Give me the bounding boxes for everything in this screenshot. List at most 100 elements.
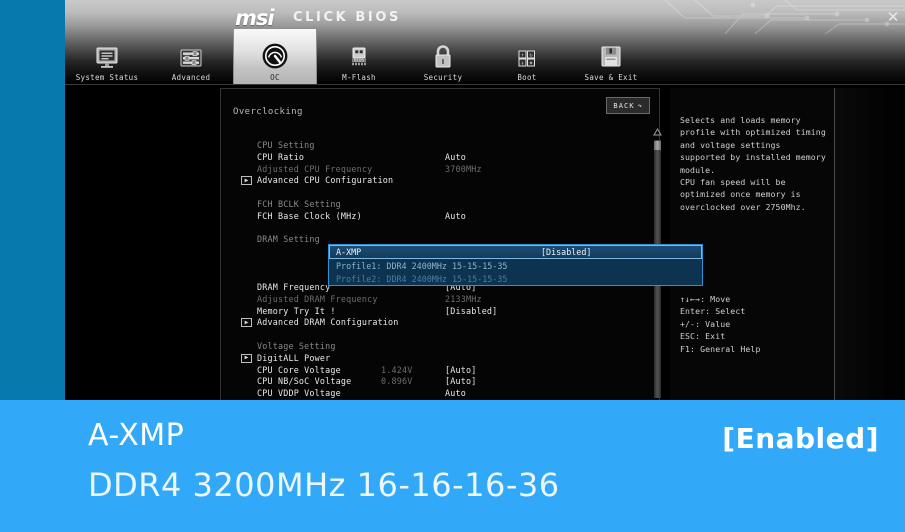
setting-row[interactable]: Adjusted DRAM Frequency 2133MHz <box>233 294 653 306</box>
setting-label: Memory Try It ! <box>257 305 336 316</box>
setting-secondary-value: 1.424V <box>381 364 413 375</box>
banner-title: A-XMP <box>88 418 185 453</box>
setting-label: Voltage Setting <box>257 340 336 351</box>
setting-label: DRAM Frequency <box>257 282 331 292</box>
bios-nav: System Status Advanced OC BIOS M-Flash S… <box>65 28 905 85</box>
dropdown-option-profile1[interactable]: Profile1: DDR4 2400MHz 15-15-15-35 <box>329 259 702 272</box>
text-line: CPU fan speed will be optimized once mem… <box>680 177 806 212</box>
setting-row[interactable]: CPU VDDP Voltage Auto <box>233 388 653 400</box>
back-button[interactable]: BACK ↷ <box>606 97 650 114</box>
setting-row[interactable]: CPU NB/SoC Voltage 0.896V [Auto] <box>233 376 653 388</box>
bottom-banner: A-XMP DDR4 3200MHz 16-16-16-36 [Enabled] <box>0 400 905 532</box>
text-line: +/-: Value <box>680 318 731 329</box>
setting-row[interactable]: ▶ Advanced CPU Configuration <box>233 175 653 187</box>
dropdown-option-profile2[interactable]: Profile2: DDR4 2400MHz 15-15-15-35 <box>329 272 702 285</box>
text-line: Enter: Select <box>680 306 746 317</box>
monitor-icon <box>94 40 120 70</box>
help-description: Selects and loads memory profile with op… <box>680 114 830 213</box>
setting-value: [Auto] <box>445 376 477 387</box>
setting-secondary-value: 0.896V <box>381 376 413 387</box>
setting-value: [Auto] <box>445 364 477 375</box>
row-spacer <box>233 223 653 235</box>
setting-value: Auto <box>445 388 466 399</box>
nav-item-oc[interactable]: OC <box>233 28 317 85</box>
boot-grid-icon: ↑ ↻ ↓ ⎈ <box>514 40 540 70</box>
setting-row: CPU Setting <box>233 140 653 152</box>
key-legend: ↑↓←→: Move Enter: Select +/-: Value ESC: Ex… <box>680 293 830 355</box>
gauge-icon <box>261 40 289 70</box>
setting-value: [Disabled] <box>445 305 498 316</box>
close-icon[interactable]: ✕ <box>882 7 904 27</box>
setting-row[interactable]: ▶ Advanced DRAM Configuration <box>233 317 653 329</box>
setting-row: Voltage Setting <box>233 341 653 353</box>
text-line: ↑↓←→: Move <box>680 294 731 304</box>
text-line: Selects and loads memory profile with op… <box>680 115 826 175</box>
svg-text:↓: ↓ <box>521 61 524 67</box>
a-xmp-label: A-XMP <box>336 247 362 257</box>
setting-label: Advanced CPU Configuration <box>257 175 394 186</box>
setting-label: CPU NB/SoC Voltage <box>257 376 352 387</box>
banner-state-value: [Enabled] <box>722 422 879 455</box>
banner-subtitle: DDR4 3200MHz 16-16-16-36 <box>88 466 560 504</box>
nav-item-label: Advanced <box>171 73 211 82</box>
setting-value: Auto <box>445 210 466 221</box>
panel-right-gradient <box>835 88 905 400</box>
setting-label: DRAM Setting <box>257 234 320 245</box>
setting-label: FCH BCLK Setting <box>257 198 341 209</box>
dropdown-option-label: Profile2: DDR4 2400MHz 15-15-15-35 <box>336 274 508 284</box>
nav-item-label: Security <box>423 73 463 82</box>
setting-label: CPU Core Voltage <box>257 364 341 375</box>
usb-drive-icon: BIOS <box>346 40 372 70</box>
setting-label: CPU Ratio <box>257 151 305 162</box>
nav-item-label: OC <box>270 73 280 82</box>
row-spacer <box>233 187 653 199</box>
screenshot-root: msi CLICK BIOS ✕ System Status Advanced … <box>0 0 905 532</box>
nav-item-label: M-Flash <box>342 73 376 82</box>
row-spacer <box>233 329 653 341</box>
a-xmp-field-row[interactable]: A-XMP [Disabled] <box>329 245 702 259</box>
setting-row[interactable]: Adjusted CPU Frequency 3700MHz <box>233 164 653 176</box>
svg-text:↑: ↑ <box>521 53 524 59</box>
setting-label: CPU VDDP Voltage <box>257 388 341 399</box>
setting-row[interactable]: CPU Ratio Auto <box>233 152 653 164</box>
settings-list-lower: DRAM Frequency [Auto] Adjusted DRAM Freque… <box>233 282 653 400</box>
text-line: ESC: Exit <box>680 331 726 342</box>
setting-label: FCH Base Clock (MHz) <box>257 210 362 221</box>
sliders-icon <box>178 40 204 70</box>
nav-item-security[interactable]: Security <box>401 28 485 85</box>
setting-row[interactable]: Memory Try It ! [Disabled] <box>233 306 653 318</box>
page-title: Overclocking <box>233 107 303 117</box>
svg-text:BIOS: BIOS <box>354 57 365 62</box>
back-button-label: BACK <box>613 101 635 110</box>
nav-item-advanced[interactable]: Advanced <box>149 28 233 85</box>
floppy-disk-icon <box>598 40 624 70</box>
nav-item-label: Boot <box>517 73 537 82</box>
padlock-icon <box>431 40 455 70</box>
text-line: F1: General Help <box>680 343 761 354</box>
a-xmp-value: [Disabled] <box>541 247 592 257</box>
submenu-arrow-icon: ▶ <box>241 318 252 328</box>
nav-item-system-status[interactable]: System Status <box>65 28 149 85</box>
setting-value: Auto <box>445 151 466 162</box>
setting-label: Adjusted CPU Frequency <box>257 163 373 174</box>
settings-list-upper: CPU Setting CPU Ratio Auto Adjusted CPU Fre… <box>233 140 653 246</box>
nav-item-label: Save & Exit <box>584 73 638 82</box>
a-xmp-dropdown[interactable]: A-XMP [Disabled] Profile1: DDR4 2400MHz … <box>328 244 703 286</box>
nav-item-save-exit[interactable]: Save & Exit <box>569 28 653 85</box>
overlay-left-bar <box>0 0 65 400</box>
setting-value: 2133MHz <box>445 293 482 304</box>
nav-item-boot[interactable]: ↑ ↻ ↓ ⎈ Boot <box>485 28 569 85</box>
scroll-up-arrow-icon[interactable] <box>653 128 662 136</box>
undo-arrow-icon: ↷ <box>637 101 643 110</box>
scrollbar-thumb[interactable] <box>654 141 661 150</box>
setting-label: Advanced DRAM Configuration <box>257 317 399 328</box>
setting-row[interactable]: CPU Core Voltage 1.424V [Auto] <box>233 365 653 377</box>
click-bios-wordmark: CLICK BIOS <box>293 10 401 25</box>
setting-value: 3700MHz <box>445 163 482 174</box>
setting-row[interactable]: FCH Base Clock (MHz) Auto <box>233 211 653 223</box>
setting-label: DigitALL Power <box>257 352 331 363</box>
setting-row[interactable]: ▶ DigitALL Power <box>233 353 653 365</box>
submenu-arrow-icon: ▶ <box>241 176 252 186</box>
dropdown-option-label: Profile1: DDR4 2400MHz 15-15-15-35 <box>336 261 508 271</box>
nav-item-m-flash[interactable]: BIOS M-Flash <box>317 28 401 85</box>
